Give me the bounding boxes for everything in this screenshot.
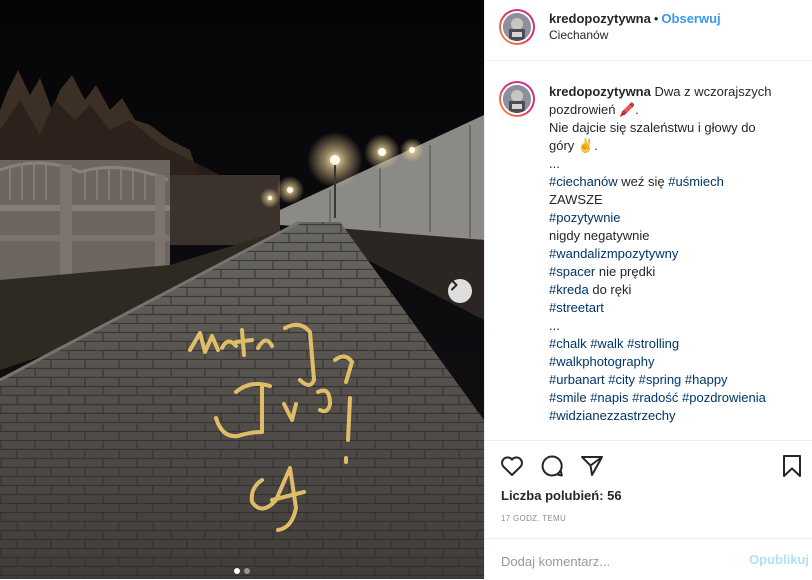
hashtag-link[interactable]: #ciechanów <box>549 174 618 189</box>
hashtag-link[interactable]: #walk <box>590 336 623 351</box>
caption-line: Nie dajcie się szaleństwu i głowy do <box>549 119 807 137</box>
hashtag-link[interactable]: #streetart <box>549 300 604 315</box>
caption-line: #widzianezzastrzechy <box>549 407 807 425</box>
location-link[interactable]: Ciechanów <box>549 28 608 42</box>
caption-line: #ciechanów weź się #uśmiech <box>549 173 807 191</box>
caption-line: #walkphotography <box>549 353 807 371</box>
caption-line: ... <box>549 155 807 173</box>
post-photo[interactable] <box>0 0 484 579</box>
post-caption: kredopozytywna Dwa z wczorajszych pozdrow… <box>549 83 807 425</box>
likes-count[interactable]: Liczba polubień: 56 <box>501 488 622 503</box>
hashtag-link[interactable]: #smile <box>549 390 587 405</box>
caption-text: weź się <box>617 174 669 189</box>
caption-line: #wandalizmpozytywny <box>549 245 807 263</box>
header-username[interactable]: kredopozytywna <box>549 11 651 26</box>
hashtag-link[interactable]: #pozytywnie <box>549 210 621 225</box>
caption-text: góry ✌️. <box>549 138 598 153</box>
hashtag-link[interactable]: #happy <box>685 372 728 387</box>
caption-text: ... <box>549 156 560 171</box>
profile-picture <box>503 85 531 113</box>
caption-line: #spacer nie prędki <box>549 263 807 281</box>
hashtag-link[interactable]: #napis <box>590 390 628 405</box>
caption-username[interactable]: kredopozytywna <box>549 84 651 99</box>
comment-bar: Opublikuj <box>485 538 812 580</box>
bookmark-icon[interactable] <box>779 453 805 479</box>
instagram-post: kredopozytywna • Obserwuj Ciechanów kredop… <box>0 0 812 579</box>
hashtag-link[interactable]: #urbanart <box>549 372 605 387</box>
caption-line: pozdrowień 🖍️. <box>549 101 807 119</box>
post-header: kredopozytywna • Obserwuj Ciechanów <box>485 0 812 61</box>
header-separator: • <box>653 11 659 26</box>
hashtag-link[interactable]: #wandalizmpozytywny <box>549 246 678 261</box>
caption-line: #pozytywnie <box>549 209 807 227</box>
carousel-dot-active <box>234 568 240 574</box>
profile-picture <box>503 13 531 41</box>
caption-line: góry ✌️. <box>549 137 807 155</box>
caption-line: #smile #napis #radość #pozdrowienia <box>549 389 807 407</box>
caption-line: #streetart <box>549 299 807 317</box>
hashtag-link[interactable]: #pozdrowienia <box>682 390 766 405</box>
hashtag-link[interactable]: #radość <box>632 390 678 405</box>
caption-line: ZAWSZE <box>549 191 807 209</box>
caption-text: do ręki <box>588 282 632 297</box>
caption-line: ... <box>549 317 807 335</box>
avatar[interactable] <box>499 9 535 45</box>
comment-icon[interactable] <box>539 453 565 479</box>
carousel-dot <box>244 568 250 574</box>
caption-text: Dwa z wczorajszych <box>650 84 772 99</box>
carousel-indicator <box>0 568 484 574</box>
caption-line: #kreda do ręki <box>549 281 807 299</box>
caption-line: #urbanart #city #spring #happy <box>549 371 807 389</box>
caption-area: kredopozytywna Dwa z wczorajszych pozdrow… <box>485 61 812 439</box>
caption-avatar[interactable] <box>499 81 535 117</box>
header-user-line: kredopozytywna • Obserwuj <box>549 11 721 26</box>
carousel-next-button[interactable] <box>448 279 472 303</box>
post-timestamp[interactable]: 17 GODZ. TEMU <box>501 514 566 523</box>
post-side-panel: kredopozytywna • Obserwuj Ciechanów kredop… <box>484 0 812 579</box>
caption-line: nigdy negatywnie <box>549 227 807 245</box>
heart-icon[interactable] <box>499 453 525 479</box>
caption-text: nie prędki <box>595 264 656 279</box>
caption-text: ZAWSZE <box>549 192 603 207</box>
hashtag-link[interactable]: #spacer <box>549 264 595 279</box>
hashtag-link[interactable]: #uśmiech <box>668 174 724 189</box>
caption-line: kredopozytywna Dwa z wczorajszych <box>549 83 807 101</box>
hashtag-link[interactable]: #kreda <box>549 282 589 297</box>
caption-text: Nie dajcie się szaleństwu i głowy do <box>549 120 756 135</box>
publish-button[interactable]: Opublikuj <box>749 552 809 567</box>
caption-text: pozdrowień 🖍️. <box>549 102 639 117</box>
comment-input[interactable] <box>499 550 733 572</box>
hashtag-link[interactable]: #strolling <box>627 336 679 351</box>
chevron-right-icon <box>451 279 458 291</box>
hashtag-link[interactable]: #spring <box>639 372 682 387</box>
follow-button[interactable]: Obserwuj <box>661 11 720 26</box>
share-icon[interactable] <box>579 453 605 479</box>
hashtag-link[interactable]: #city <box>608 372 635 387</box>
caption-text: nigdy negatywnie <box>549 228 650 243</box>
hashtag-link[interactable]: #chalk <box>549 336 587 351</box>
street-chalk-photo <box>0 0 484 579</box>
hashtag-link[interactable]: #widzianezzastrzechy <box>549 408 675 423</box>
caption-text: ... <box>549 318 560 333</box>
hashtag-link[interactable]: #walkphotography <box>549 354 655 369</box>
caption-line: #chalk #walk #strolling <box>549 335 807 353</box>
